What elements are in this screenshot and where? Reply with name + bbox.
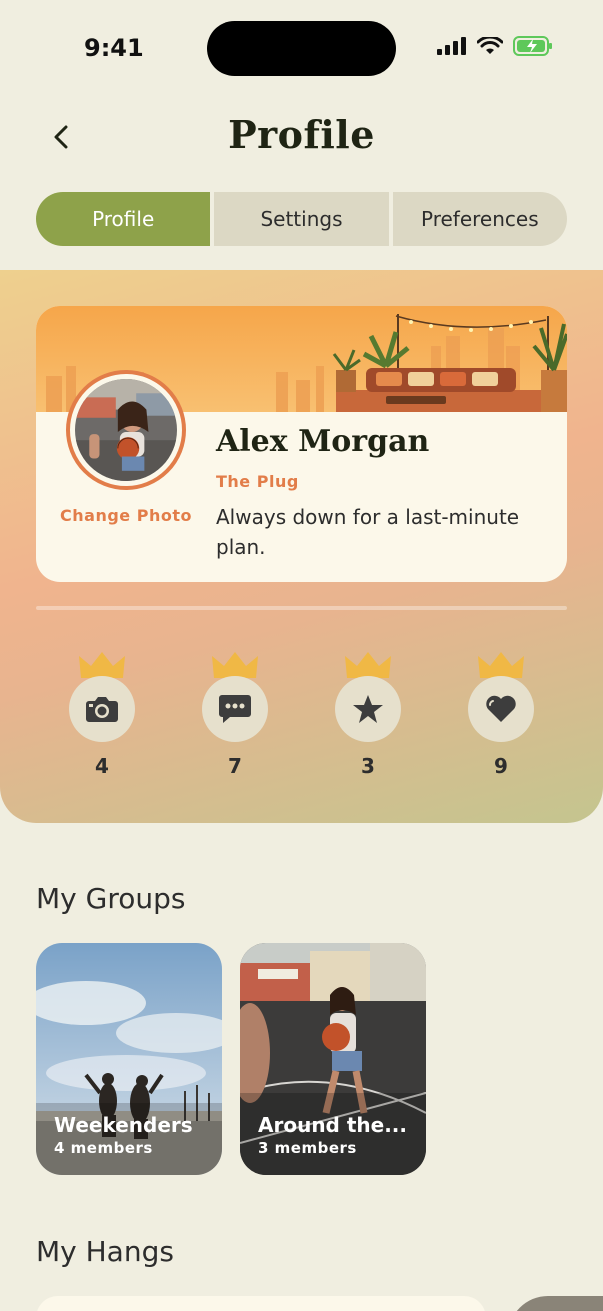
- badge-likes[interactable]: 9: [466, 650, 536, 780]
- group-members: 3 members: [258, 1139, 357, 1157]
- page-title: Profile: [228, 112, 375, 157]
- avatar-photo: [75, 379, 177, 481]
- hang-thumbnail[interactable]: [508, 1296, 603, 1311]
- hang-card[interactable]: [36, 1296, 486, 1311]
- tab-preferences[interactable]: Preferences: [392, 192, 567, 246]
- tab-profile[interactable]: Profile: [36, 192, 211, 246]
- avatar[interactable]: [66, 370, 186, 490]
- badge-row: 4 7 3 9: [36, 650, 567, 780]
- change-photo-link[interactable]: Change Photo: [56, 506, 196, 525]
- group-name: Around the...: [258, 1113, 407, 1137]
- badge-count: 3: [361, 754, 375, 778]
- header: Profile: [0, 100, 603, 180]
- badge-photos[interactable]: 4: [67, 650, 137, 780]
- badge-count: 7: [228, 754, 242, 778]
- badge-stars[interactable]: 3: [333, 650, 403, 780]
- group-name: Weekenders: [54, 1113, 193, 1137]
- groups-section-title: My Groups: [36, 882, 186, 915]
- profile-card: Change Photo Alex Morgan The Plug Always…: [36, 306, 567, 582]
- tab-bar: Profile Settings Preferences: [36, 192, 567, 246]
- group-members: 4 members: [54, 1139, 153, 1157]
- profile-bio: Always down for a last-minute plan.: [216, 505, 520, 559]
- group-card-around-the[interactable]: Around the... 3 members: [240, 943, 426, 1175]
- signal-icon: [437, 37, 466, 55]
- hangs-section-title: My Hangs: [36, 1235, 174, 1268]
- profile-name: Alex Morgan: [216, 424, 430, 459]
- profile-tagline: The Plug: [216, 472, 299, 491]
- chat-icon: [219, 695, 251, 723]
- dynamic-island: [207, 21, 396, 76]
- star-icon: [353, 695, 383, 723]
- badge-messages[interactable]: 7: [200, 650, 270, 780]
- camera-icon: [86, 697, 118, 722]
- tab-settings[interactable]: Settings: [214, 192, 389, 246]
- wifi-icon: [477, 37, 503, 54]
- status-time: 9:41: [84, 34, 144, 62]
- divider: [36, 606, 567, 610]
- status-bar: 9:41: [0, 0, 603, 90]
- heart-icon: [486, 695, 516, 722]
- battery-icon: [513, 36, 552, 56]
- group-card-weekenders[interactable]: Weekenders 4 members: [36, 943, 222, 1175]
- badge-count: 4: [95, 754, 109, 778]
- status-icons: [437, 36, 553, 56]
- badge-count: 9: [494, 754, 508, 778]
